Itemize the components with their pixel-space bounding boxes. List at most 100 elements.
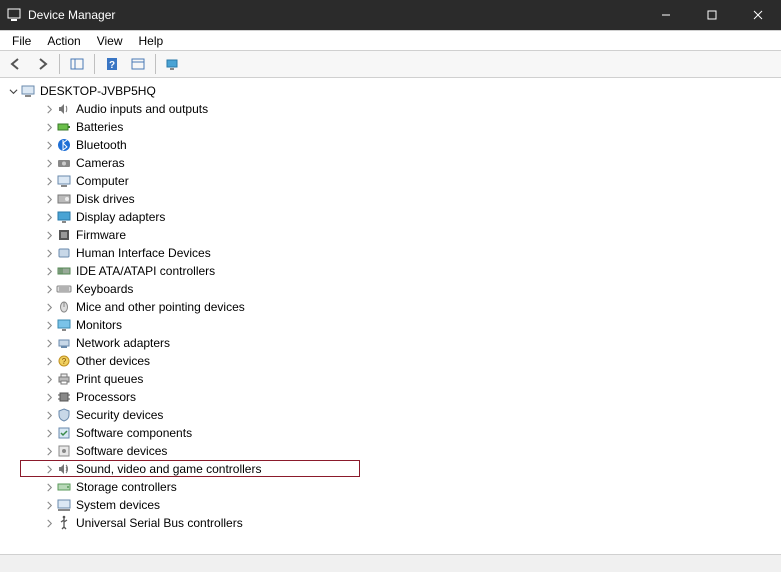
menu-view[interactable]: View [89, 32, 131, 50]
device-category-row[interactable]: Cameras [24, 154, 775, 172]
category-label[interactable]: Display adapters [76, 208, 165, 226]
category-label[interactable]: Storage controllers [76, 478, 177, 496]
chevron-right-icon[interactable] [42, 339, 56, 348]
scan-hardware-button[interactable] [161, 53, 185, 75]
chevron-right-icon[interactable] [42, 159, 56, 168]
properties-button[interactable] [126, 53, 150, 75]
category-label[interactable]: Processors [76, 388, 136, 406]
chevron-right-icon[interactable] [42, 123, 56, 132]
category-label[interactable]: Firmware [76, 226, 126, 244]
storage-icon [56, 479, 72, 495]
device-category-row[interactable]: Display adapters [24, 208, 775, 226]
category-label[interactable]: Print queues [76, 370, 143, 388]
firmware-icon [56, 227, 72, 243]
back-button[interactable] [4, 53, 28, 75]
menu-action[interactable]: Action [39, 32, 88, 50]
monitor-icon [56, 317, 72, 333]
chevron-right-icon[interactable] [42, 141, 56, 150]
chevron-right-icon[interactable] [42, 465, 56, 474]
device-category-row[interactable]: Network adapters [24, 334, 775, 352]
device-category-row[interactable]: Software devices [24, 442, 775, 460]
other-icon: ? [56, 353, 72, 369]
device-category-row[interactable]: System devices [24, 496, 775, 514]
device-category-row[interactable]: Print queues [24, 370, 775, 388]
menu-file[interactable]: File [4, 32, 39, 50]
device-category-row[interactable]: Disk drives [24, 190, 775, 208]
category-label[interactable]: Cameras [76, 154, 125, 172]
device-category-row[interactable]: Computer [24, 172, 775, 190]
category-label[interactable]: Sound, video and game controllers [76, 460, 261, 478]
chevron-right-icon[interactable] [42, 195, 56, 204]
device-category-row[interactable]: Keyboards [24, 280, 775, 298]
device-category-row[interactable]: IDE ATA/ATAPI controllers [24, 262, 775, 280]
chevron-right-icon[interactable] [42, 105, 56, 114]
device-category-row[interactable]: Firmware [24, 226, 775, 244]
statusbar [0, 554, 781, 572]
show-hide-tree-button[interactable] [65, 53, 89, 75]
tree-root-row[interactable]: DESKTOP-JVBP5HQ [6, 82, 775, 100]
category-label[interactable]: Bluetooth [76, 136, 127, 154]
chevron-down-icon[interactable] [6, 87, 20, 96]
category-label[interactable]: Disk drives [76, 190, 135, 208]
category-label[interactable]: Network adapters [76, 334, 170, 352]
category-label[interactable]: Monitors [76, 316, 122, 334]
chevron-right-icon[interactable] [42, 213, 56, 222]
device-category-row[interactable]: Processors [24, 388, 775, 406]
chevron-right-icon[interactable] [42, 429, 56, 438]
help-button[interactable]: ? [100, 53, 124, 75]
maximize-button[interactable] [689, 0, 735, 30]
category-label[interactable]: Software components [76, 424, 192, 442]
chevron-right-icon[interactable] [42, 411, 56, 420]
device-category-row[interactable]: ?Other devices [24, 352, 775, 370]
chevron-right-icon[interactable] [42, 375, 56, 384]
device-tree-area[interactable]: DESKTOP-JVBP5HQ Audio inputs and outputs… [0, 78, 781, 554]
root-label[interactable]: DESKTOP-JVBP5HQ [40, 82, 156, 100]
device-category-row[interactable]: Security devices [24, 406, 775, 424]
chevron-right-icon[interactable] [42, 249, 56, 258]
device-category-row[interactable]: Audio inputs and outputs [24, 100, 775, 118]
category-label[interactable]: Universal Serial Bus controllers [76, 514, 243, 532]
chevron-right-icon[interactable] [42, 357, 56, 366]
device-category-row[interactable]: Sound, video and game controllers [24, 460, 775, 478]
chevron-right-icon[interactable] [42, 285, 56, 294]
chevron-right-icon[interactable] [42, 303, 56, 312]
chevron-right-icon[interactable] [42, 501, 56, 510]
category-label[interactable]: Keyboards [76, 280, 133, 298]
category-label[interactable]: Human Interface Devices [76, 244, 211, 262]
category-label[interactable]: IDE ATA/ATAPI controllers [76, 262, 215, 280]
mouse-icon [56, 299, 72, 315]
close-button[interactable] [735, 0, 781, 30]
device-category-row[interactable]: Monitors [24, 316, 775, 334]
chevron-right-icon[interactable] [42, 447, 56, 456]
category-label[interactable]: System devices [76, 496, 160, 514]
sound-icon [56, 461, 72, 477]
device-category-row[interactable]: Batteries [24, 118, 775, 136]
category-label[interactable]: Mice and other pointing devices [76, 298, 245, 316]
category-label[interactable]: Software devices [76, 442, 167, 460]
forward-button[interactable] [30, 53, 54, 75]
device-category-row[interactable]: Bluetooth [24, 136, 775, 154]
system-icon [56, 497, 72, 513]
menu-help[interactable]: Help [131, 32, 172, 50]
device-category-row[interactable]: Mice and other pointing devices [24, 298, 775, 316]
chevron-right-icon[interactable] [42, 177, 56, 186]
ide-icon [56, 263, 72, 279]
category-label[interactable]: Security devices [76, 406, 163, 424]
category-label[interactable]: Audio inputs and outputs [76, 100, 208, 118]
chevron-right-icon[interactable] [42, 393, 56, 402]
toolbar-separator [94, 54, 95, 74]
device-category-row[interactable]: Human Interface Devices [24, 244, 775, 262]
device-category-row[interactable]: Universal Serial Bus controllers [24, 514, 775, 532]
chevron-right-icon[interactable] [42, 519, 56, 528]
chevron-right-icon[interactable] [42, 321, 56, 330]
chevron-right-icon[interactable] [42, 483, 56, 492]
chevron-right-icon[interactable] [42, 231, 56, 240]
device-category-row[interactable]: Software components [24, 424, 775, 442]
device-category-row[interactable]: Storage controllers [24, 478, 775, 496]
minimize-button[interactable] [643, 0, 689, 30]
category-label[interactable]: Batteries [76, 118, 123, 136]
category-label[interactable]: Computer [76, 172, 129, 190]
camera-icon [56, 155, 72, 171]
chevron-right-icon[interactable] [42, 267, 56, 276]
category-label[interactable]: Other devices [76, 352, 150, 370]
